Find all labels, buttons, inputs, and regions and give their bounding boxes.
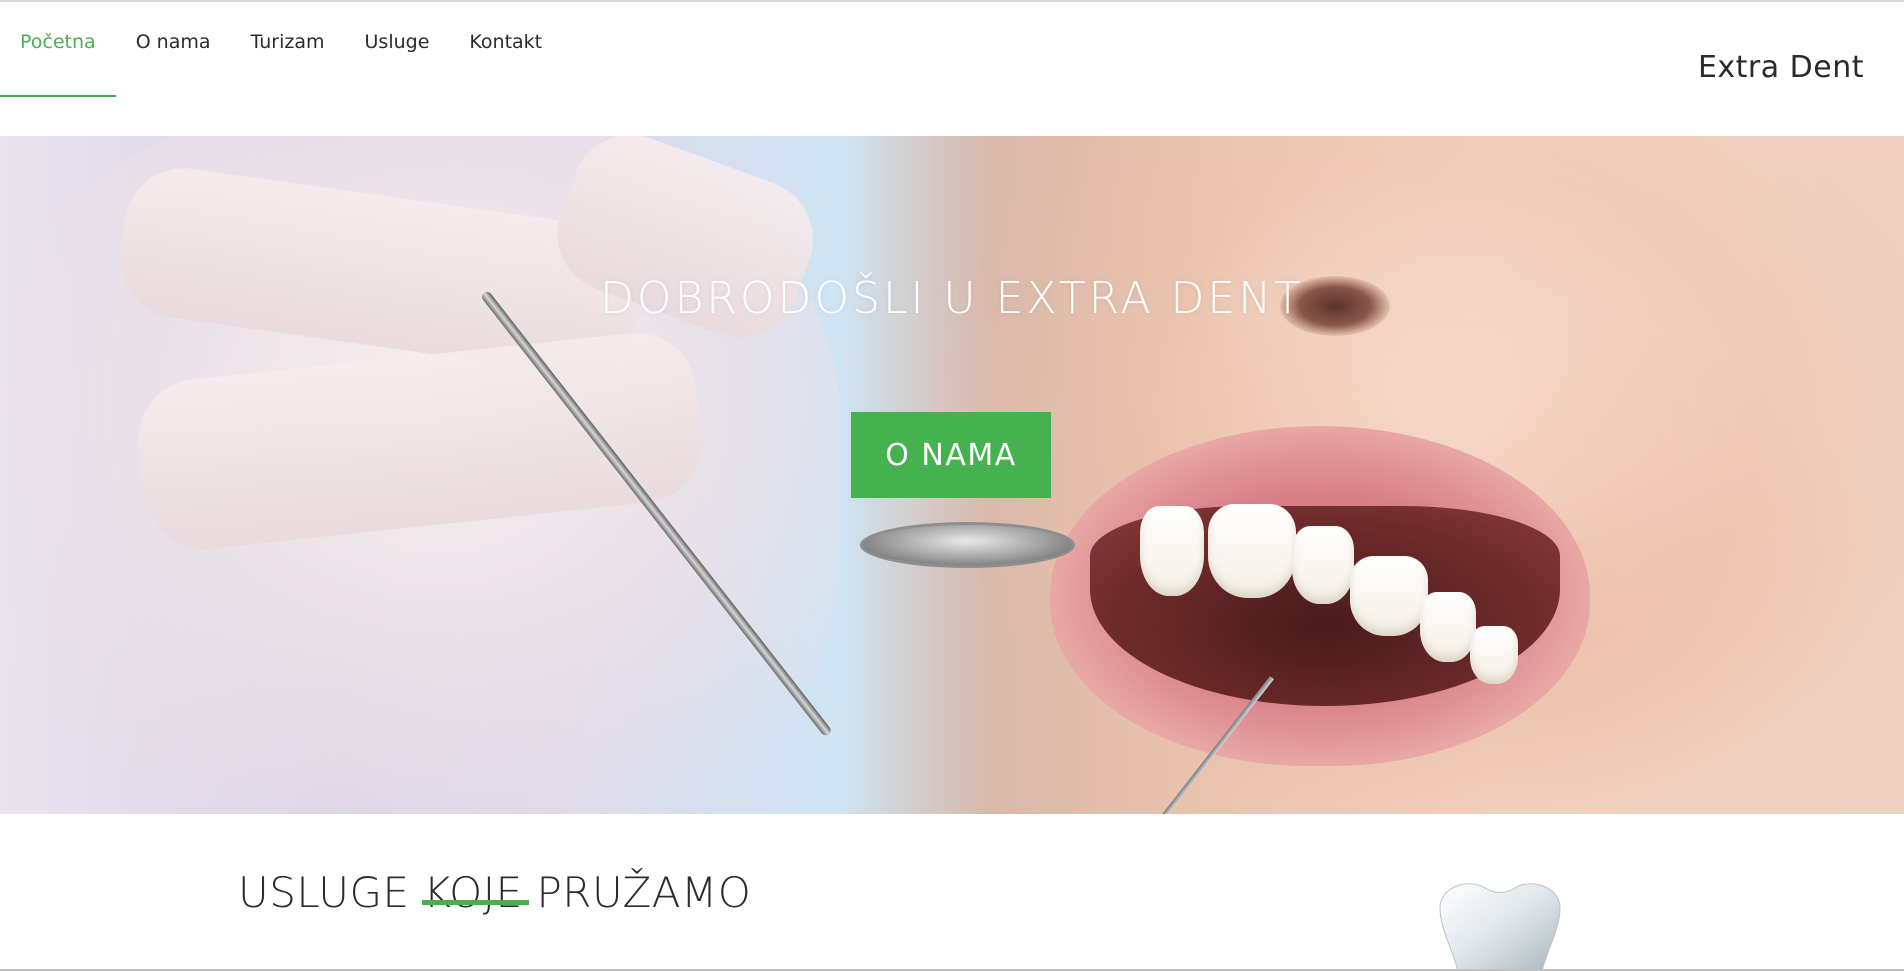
main-nav: Početna O nama Turizam Usluge Kontakt	[0, 2, 562, 97]
hero-banner: DOBRODOŠLI U EXTRA DENT O NAMA	[0, 136, 1904, 814]
dental-mirror	[860, 522, 1075, 568]
brand-logo-text[interactable]: Extra Dent	[1698, 50, 1864, 85]
nav-item-o-nama[interactable]: O nama	[116, 2, 231, 97]
nav-item-kontakt[interactable]: Kontakt	[449, 2, 562, 97]
about-us-button[interactable]: O NAMA	[851, 412, 1051, 498]
nav-item-turizam[interactable]: Turizam	[231, 2, 345, 97]
site-header: Početna O nama Turizam Usluge Kontakt Ex…	[0, 2, 1904, 136]
nav-item-pocetna[interactable]: Početna	[0, 2, 116, 97]
title-underline	[422, 900, 529, 905]
tooth-icon	[1439, 883, 1561, 971]
services-section: USLUGE KOJE PRUŽAMO	[0, 814, 1904, 971]
hero-title: DOBRODOŠLI U EXTRA DENT	[599, 273, 1305, 325]
nav-item-usluge[interactable]: Usluge	[345, 2, 450, 97]
services-title: USLUGE KOJE PRUŽAMO	[238, 867, 752, 917]
